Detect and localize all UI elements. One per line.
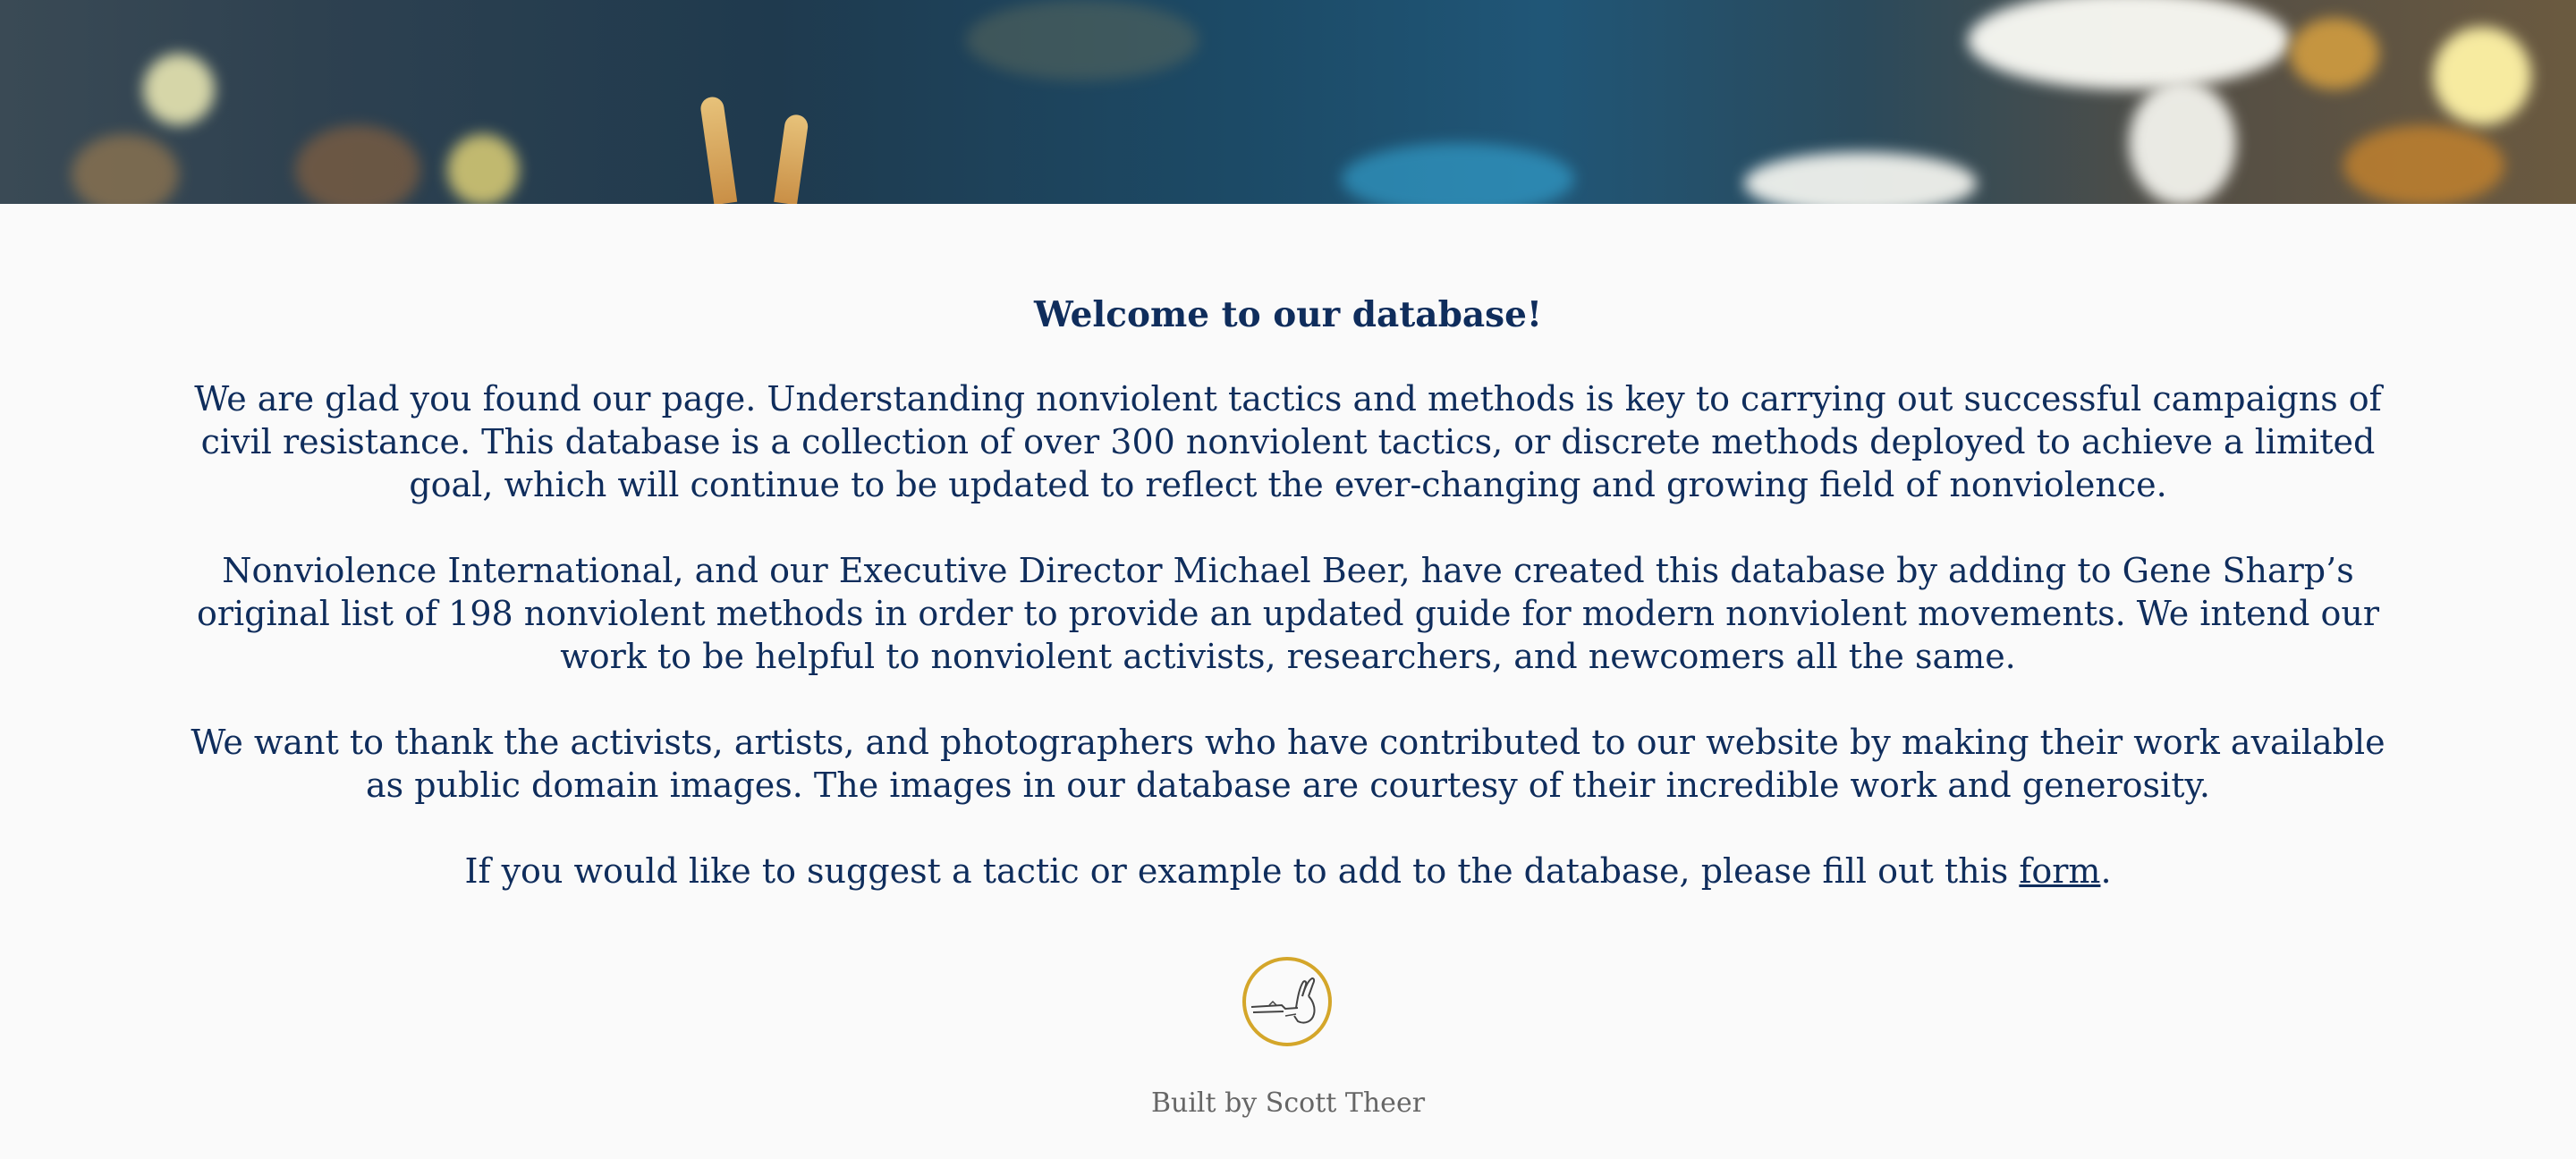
- bokeh-light: [295, 125, 420, 204]
- bokeh-light: [2433, 27, 2531, 125]
- footer-credit: Built by Scott Theer: [1150, 1087, 1426, 1119]
- main-content: Welcome to our database! We are glad you…: [0, 204, 2576, 1159]
- suggest-period: .: [2100, 851, 2112, 891]
- about-paragraph: Nonviolence International, and our Execu…: [196, 551, 2380, 676]
- form-link[interactable]: form: [2019, 851, 2100, 891]
- suggest-paragraph: If you would like to suggest a tactic or…: [179, 850, 2397, 893]
- bokeh-light: [1968, 0, 2290, 89]
- intro-paragraph: We are glad you found our page. Understa…: [194, 379, 2382, 504]
- page-title: Welcome to our database!: [1033, 294, 1542, 335]
- bokeh-light: [2290, 18, 2379, 89]
- thanks-paragraph: We want to thank the activists, artists,…: [191, 723, 2385, 805]
- bokeh-light: [2129, 80, 2236, 204]
- hero-banner: [0, 0, 2576, 204]
- suggest-text: If you would like to suggest a tactic or…: [464, 851, 2020, 891]
- bokeh-light: [1342, 143, 1574, 204]
- nonviolence-logo-icon[interactable]: [1242, 957, 1332, 1046]
- logo-drawing: [1250, 977, 1316, 1024]
- bokeh-light: [72, 134, 179, 204]
- bokeh-light: [2343, 125, 2504, 204]
- bokeh-light: [966, 0, 1199, 80]
- bokeh-light: [447, 134, 519, 204]
- bokeh-light: [143, 54, 215, 125]
- bokeh-light: [1744, 152, 1977, 204]
